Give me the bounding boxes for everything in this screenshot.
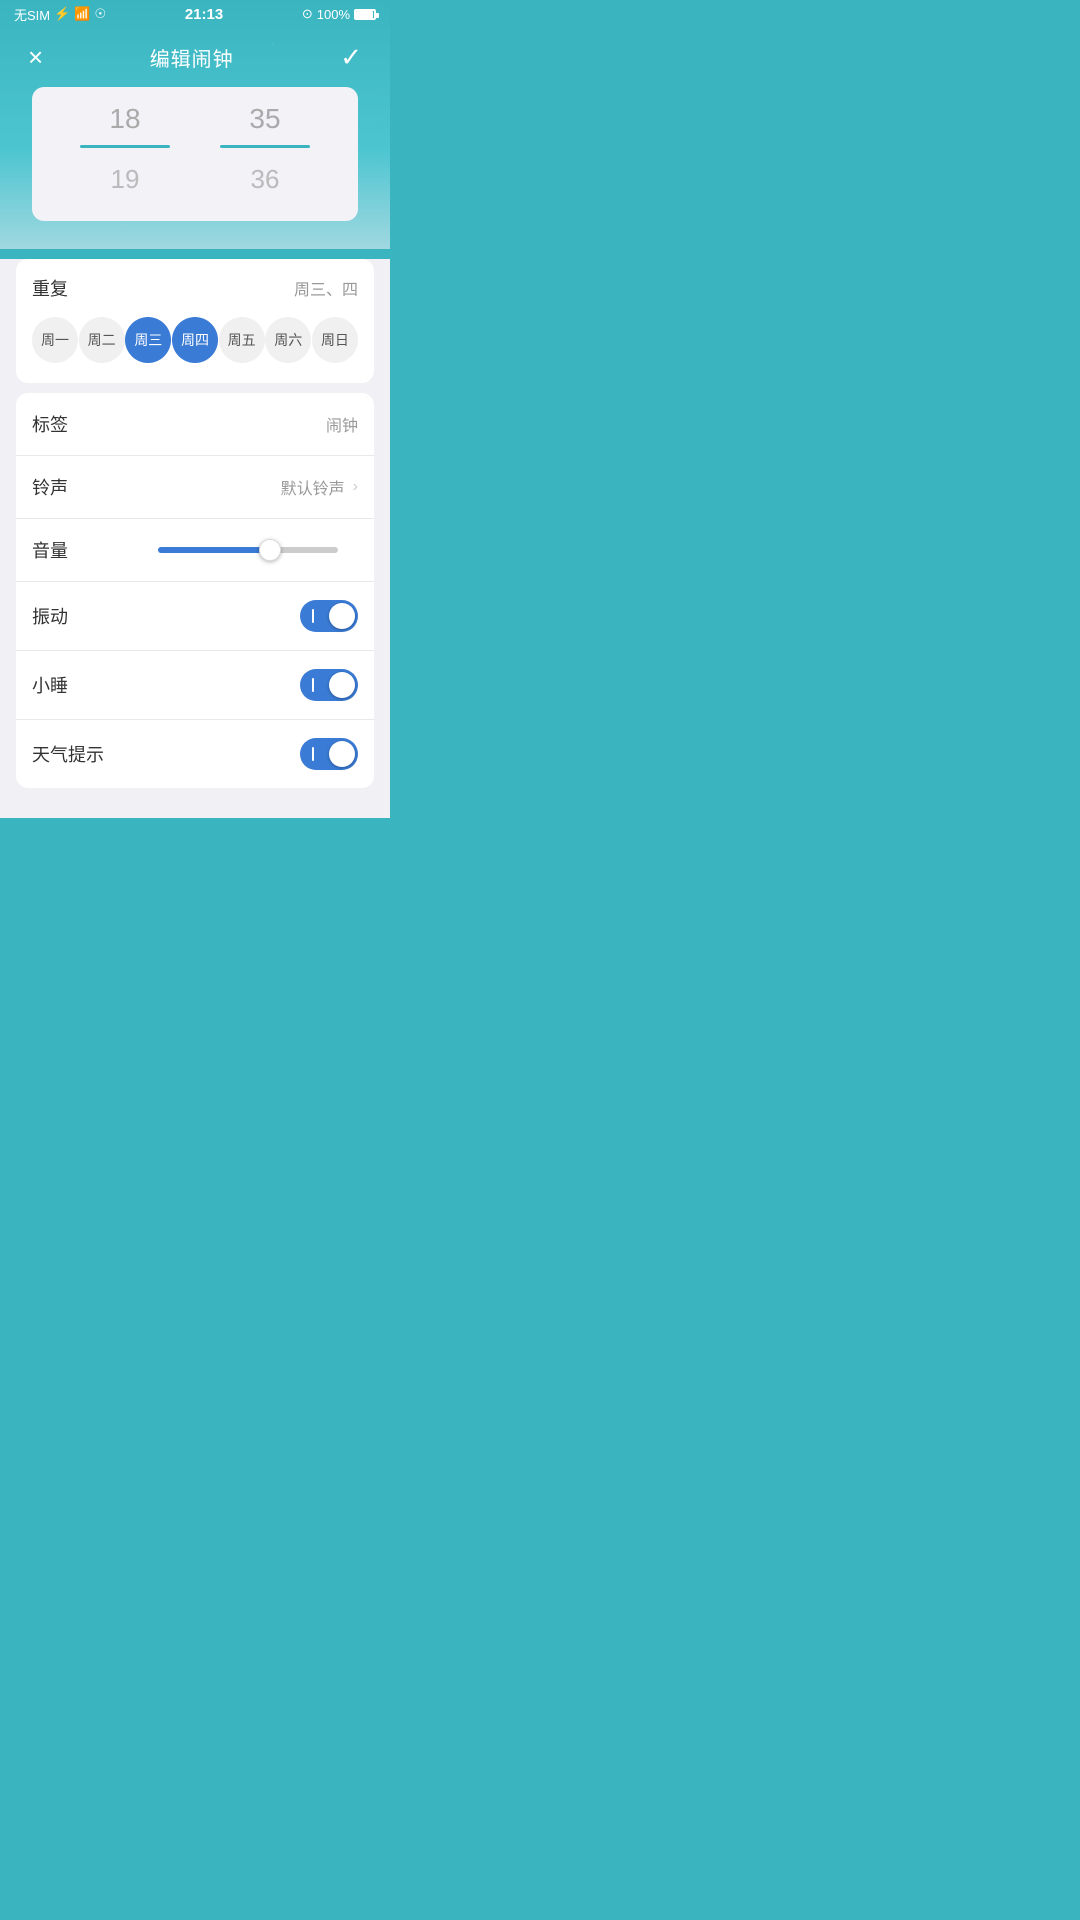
day-button-sat[interactable]: 周六 [265, 317, 311, 363]
repeat-header: 重复 周三、四 [32, 275, 358, 301]
day-button-sun[interactable]: 周日 [312, 317, 358, 363]
day-button-fri[interactable]: 周五 [219, 317, 265, 363]
repeat-section: 重复 周三、四 周一周二周三周四周五周六周日 [16, 259, 374, 383]
vibration-toggle[interactable] [300, 600, 358, 632]
tag-label: 标签 [32, 411, 68, 437]
days-row: 周一周二周三周四周五周六周日 [32, 317, 358, 363]
confirm-button[interactable]: ✓ [332, 38, 370, 77]
repeat-value: 周三、四 [294, 276, 358, 300]
vibration-label: 振动 [32, 603, 68, 629]
carrier-label: 无SIM [14, 5, 50, 24]
toggle-line-icon [312, 609, 314, 623]
minute-divider [220, 145, 310, 148]
day-button-tue[interactable]: 周二 [79, 317, 125, 363]
day-button-thu[interactable]: 周四 [172, 317, 218, 363]
wifi-icon: ⊙ [302, 6, 313, 22]
time-picker[interactable]: 18 19 35 36 [0, 87, 390, 235]
toggle-knob [329, 603, 355, 629]
weather-row[interactable]: 天气提示 [16, 720, 374, 788]
battery-label: 100% [317, 7, 350, 22]
volume-label: 音量 [32, 537, 68, 563]
hour-top-value: 18 [109, 97, 140, 141]
snooze-toggle[interactable] [300, 669, 358, 701]
battery-icon [354, 9, 376, 20]
clock-label: 21:13 [185, 6, 223, 23]
toggle-line-icon [312, 678, 314, 692]
day-button-wed[interactable]: 周三 [125, 317, 171, 363]
ringtone-label: 铃声 [32, 474, 68, 500]
status-right: ⊙ 100% [302, 6, 376, 22]
vibration-row[interactable]: 振动 [16, 582, 374, 651]
minute-top-value: 35 [249, 97, 280, 141]
toggle-knob [329, 672, 355, 698]
weather-toggle[interactable] [300, 738, 358, 770]
chevron-right-icon: › [353, 478, 358, 496]
hour-divider [80, 145, 170, 148]
day-button-mon[interactable]: 周一 [32, 317, 78, 363]
minute-bottom-value: 36 [251, 158, 280, 201]
toggle-knob [329, 741, 355, 767]
page-header: × 编辑闹钟 ✓ [0, 28, 390, 87]
repeat-label: 重复 [32, 275, 68, 301]
tag-value: 闹钟 [326, 412, 358, 436]
status-bar: 无SIM ⚡ 📶 ☉ 21:13 ⊙ 100% [0, 0, 390, 28]
volume-slider[interactable] [158, 547, 358, 553]
slider-thumb[interactable] [259, 539, 281, 561]
minute-column[interactable]: 35 36 [210, 97, 320, 201]
snooze-label: 小睡 [32, 672, 68, 698]
cancel-button[interactable]: × [20, 38, 51, 77]
slider-fill [158, 547, 270, 553]
slider-track[interactable] [158, 547, 338, 553]
page-title: 编辑闹钟 [150, 43, 234, 72]
hour-bottom-value: 19 [111, 158, 140, 201]
status-left: 无SIM ⚡ 📶 ☉ [14, 5, 106, 24]
tag-row[interactable]: 标签 闹钟 [16, 393, 374, 456]
ringtone-value: 默认铃声 › [281, 475, 358, 499]
usb-icon: ⚡ [54, 6, 70, 22]
snooze-row[interactable]: 小睡 [16, 651, 374, 720]
hour-column[interactable]: 18 19 [70, 97, 180, 201]
ringtone-row[interactable]: 铃声 默认铃声 › [16, 456, 374, 519]
sim-icon: 📶 [74, 6, 90, 22]
weather-label: 天气提示 [32, 741, 104, 767]
volume-row[interactable]: 音量 [16, 519, 374, 582]
toggle-line-icon [312, 747, 314, 761]
settings-section: 标签 闹钟 铃声 默认铃声 › 音量 振动 [16, 393, 374, 788]
wifi-status-icon: ☉ [95, 6, 107, 22]
